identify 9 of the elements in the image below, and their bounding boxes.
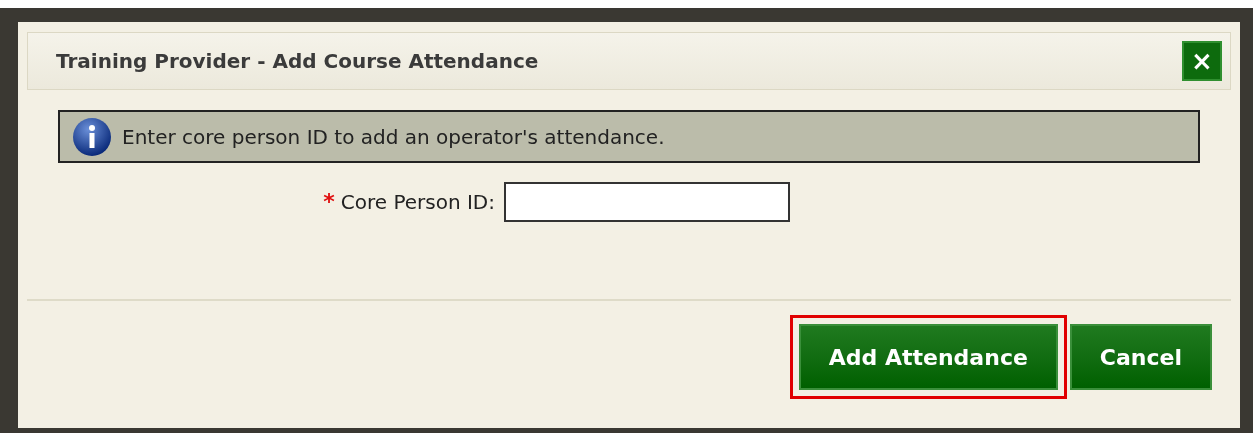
action-button[interactable]: Add Attendance	[798, 324, 1058, 390]
close-button[interactable]: ×	[1182, 41, 1222, 81]
info-message: Enter core person ID to add an operator's attendance.	[122, 123, 665, 151]
info-icon	[72, 116, 112, 157]
required-mark: *	[323, 191, 335, 213]
field-label: Core Person ID:	[340, 189, 495, 216]
dialog-title: Training Provider - Add Course Attendance	[56, 48, 539, 75]
input-field[interactable]	[504, 182, 790, 222]
action-button[interactable]: Cancel	[1069, 324, 1212, 390]
